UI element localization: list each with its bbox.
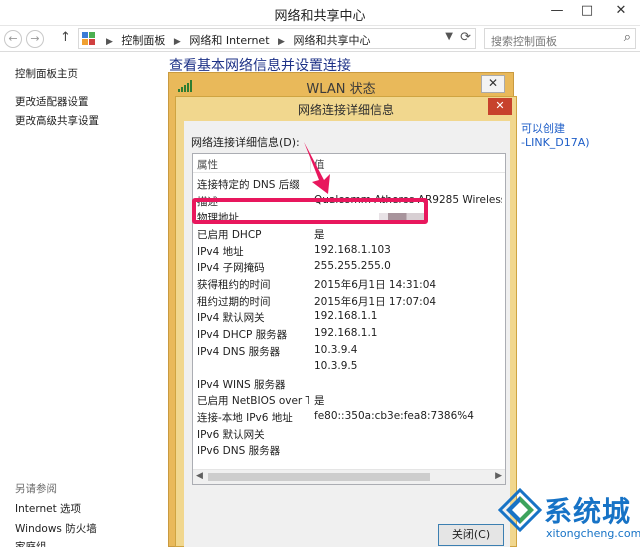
chevron-down-icon[interactable]: ▼ [445, 31, 453, 42]
scroll-left-icon[interactable]: ◀ [196, 471, 203, 481]
back-button[interactable]: ← [4, 30, 22, 48]
sidebar-item-adapter-settings[interactable]: 更改适配器设置 [15, 94, 89, 109]
search-box[interactable]: 搜索控制面板 ⌕ [484, 28, 636, 49]
minimize-button[interactable]: — [542, 0, 572, 22]
table-row[interactable]: 已启用 DHCP 是 [193, 226, 505, 243]
table-row[interactable]: 连接特定的 DNS 后缀 [193, 176, 505, 193]
property-cell: IPv4 子网掩码 [197, 262, 265, 275]
table-row[interactable]: 租约过期的时间 2015年6月1日 17:07:04 [193, 293, 505, 310]
horizontal-scrollbar[interactable]: ◀ ▶ [193, 469, 505, 484]
see-also-label: 另请参阅 [15, 483, 57, 495]
value-cell: 192.168.1.103 [314, 243, 391, 256]
watermark-url: xitongcheng.com [546, 527, 640, 540]
watermark-logo-icon [498, 488, 542, 532]
physical-address-highlight [192, 198, 428, 224]
table-row[interactable]: 获得租约的时间 2015年6月1日 14:31:04 [193, 276, 505, 293]
sidebar-item-firewall[interactable]: Windows 防火墙 [15, 521, 97, 536]
property-cell: 获得租约的时间 [197, 278, 271, 291]
watermark-name: 系统城 [544, 495, 632, 528]
property-cell: 已启用 NetBIOS over Tc... [197, 395, 309, 408]
property-cell: IPv4 默认网关 [197, 312, 265, 325]
value-cell: 10.3.9.4 [314, 343, 358, 356]
breadcrumb-control-panel[interactable]: 控制面板 [121, 34, 165, 47]
property-cell: IPv4 地址 [197, 245, 244, 258]
value-cell: 2015年6月1日 14:31:04 [314, 278, 437, 291]
value-cell: fe80::350a:cb3e:fea8:7386%4 [314, 410, 474, 423]
forward-button[interactable]: → [26, 30, 44, 48]
window-controls: — □ ✕ [542, 0, 640, 22]
network-name-link[interactable]: -LINK_D17A) [521, 136, 590, 149]
maximize-button[interactable]: □ [572, 0, 602, 22]
column-header-property[interactable]: 属性 [197, 157, 218, 172]
property-cell: 连接-本地 IPv6 地址 [197, 412, 293, 425]
sidebar-item-homegroup[interactable]: 家庭组 [15, 539, 47, 547]
table-row[interactable]: IPv4 地址 192.168.1.103 [193, 243, 505, 260]
table-row[interactable]: 10.3.9.5 [193, 359, 505, 376]
property-cell: 连接特定的 DNS 后缀 [197, 179, 300, 191]
window-titlebar: 网络和共享中心 — □ ✕ [0, 0, 640, 26]
breadcrumb-network-internet[interactable]: 网络和 Internet [189, 34, 269, 47]
value-cell: 10.3.9.5 [314, 360, 358, 373]
value-cell: 255.255.255.0 [314, 260, 391, 273]
details-list-label: 网络连接详细信息(D): [191, 136, 300, 149]
address-toolbar: ← → ↑ ▶ 控制面板 ▶ 网络和 Internet ▶ 网络和共享中心 ▼ … [0, 26, 640, 52]
property-cell: IPv4 DNS 服务器 [197, 345, 281, 358]
wlan-dialog-title: WLAN 状态 [306, 82, 376, 97]
table-row[interactable]: IPv4 WINS 服务器 [193, 376, 505, 393]
scrollbar-thumb[interactable] [208, 473, 430, 481]
watermark: 系统城 xitongcheng.com [498, 484, 640, 547]
value-cell: 是 [314, 395, 325, 408]
table-row[interactable]: 连接-本地 IPv6 地址 fe80::350a:cb3e:fea8:7386%4 [193, 409, 505, 426]
pointer-arrow-icon [304, 142, 330, 194]
list-header: 属性 值 [193, 154, 505, 173]
table-row[interactable]: IPv4 DNS 服务器 10.3.9.4 [193, 343, 505, 360]
close-button[interactable]: ✕ [602, 0, 640, 22]
search-input[interactable]: 搜索控制面板 [491, 33, 557, 49]
refresh-icon[interactable]: ⟳ [460, 30, 471, 45]
details-close-x-button[interactable]: ✕ [488, 98, 512, 115]
value-cell: 192.168.1.1 [314, 326, 378, 339]
property-cell: IPv6 DNS 服务器 [197, 445, 281, 458]
details-dialog-title: 网络连接详细信息 [297, 103, 394, 117]
scroll-right-icon[interactable]: ▶ [495, 471, 502, 481]
property-cell: IPv4 DHCP 服务器 [197, 328, 288, 341]
search-icon[interactable]: ⌕ [624, 30, 631, 45]
breadcrumb-separator-icon: ▶ [173, 37, 181, 47]
property-cell: 租约过期的时间 [197, 295, 271, 308]
breadcrumb-separator-icon: ▶ [278, 37, 285, 47]
up-button[interactable]: ↑ [60, 30, 71, 45]
table-row[interactable]: IPv4 默认网关 192.168.1.1 [193, 309, 505, 326]
wlan-close-button[interactable]: ✕ [481, 75, 505, 93]
address-box[interactable]: ▶ 控制面板 ▶ 网络和 Internet ▶ 网络和共享中心 ▼ ⟳ [78, 28, 476, 49]
value-cell: 2015年6月1日 17:07:04 [314, 295, 437, 308]
table-row[interactable]: IPv6 默认网关 [193, 426, 505, 443]
table-row[interactable]: 已启用 NetBIOS over Tc... 是 [193, 392, 505, 409]
breadcrumb-separator-icon: ▶ [106, 37, 113, 47]
sidebar-item-advanced-sharing[interactable]: 更改高级共享设置 [15, 113, 99, 128]
control-panel-icon [82, 32, 95, 45]
sidebar: 控制面板主页 更改适配器设置 更改高级共享设置 另请参阅 Internet 选项… [0, 52, 160, 547]
value-cell: 192.168.1.1 [314, 310, 378, 323]
property-cell: IPv6 默认网关 [197, 428, 265, 441]
value-cell: 是 [314, 228, 325, 241]
connection-details-dialog: 网络连接详细信息 ✕ 网络连接详细信息(D): 属性 值 连接特定的 DNS 后… [175, 96, 517, 547]
create-connection-link[interactable]: 可以创建 [521, 120, 565, 136]
breadcrumb-sharing-center[interactable]: 网络和共享中心 [293, 34, 370, 47]
sidebar-item-internet-options[interactable]: Internet 选项 [15, 501, 81, 516]
breadcrumb: ▶ 控制面板 ▶ 网络和 Internet ▶ 网络和共享中心 [101, 32, 370, 48]
table-row[interactable]: IPv6 DNS 服务器 [193, 442, 505, 459]
property-cell: 已启用 DHCP [197, 228, 262, 241]
table-row[interactable]: IPv4 DHCP 服务器 192.168.1.1 [193, 326, 505, 343]
details-dialog-body: 网络连接详细信息(D): 属性 值 连接特定的 DNS 后缀 描述 Qualcomm… [184, 121, 510, 547]
close-dialog-button[interactable]: 关闭(C) [438, 524, 504, 546]
property-cell: IPv4 WINS 服务器 [197, 378, 286, 391]
sidebar-item-home[interactable]: 控制面板主页 [15, 66, 78, 81]
table-row[interactable]: IPv4 子网掩码 255.255.255.0 [193, 259, 505, 276]
